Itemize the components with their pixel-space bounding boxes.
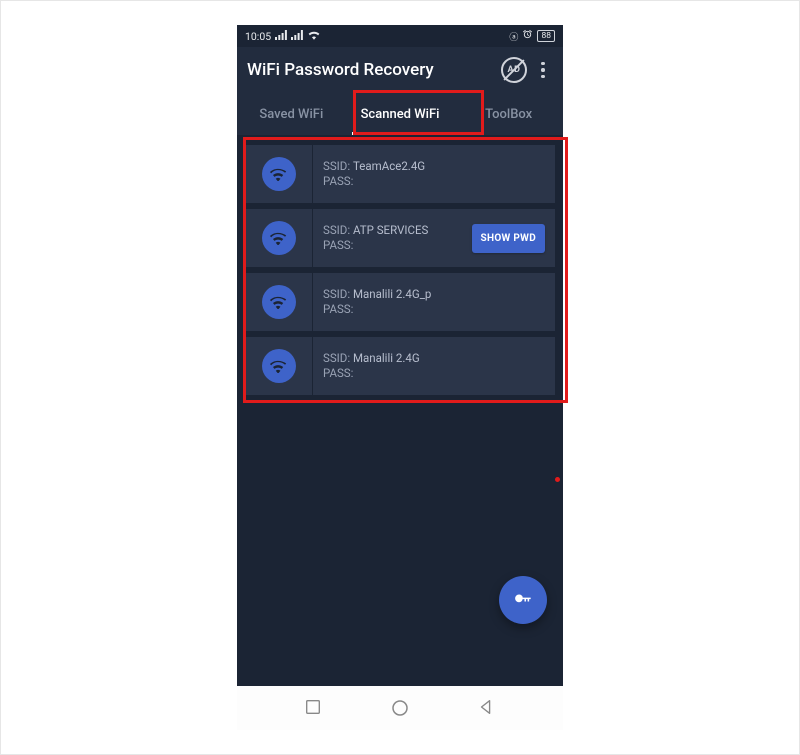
pass-label: PASS: (323, 366, 353, 380)
ssid-label: SSID: (323, 159, 350, 173)
wifi-icon (245, 337, 313, 395)
unlock-fab[interactable] (499, 576, 547, 624)
tab-label: ToolBox (485, 107, 532, 122)
android-nav-bar (237, 686, 563, 730)
network-row[interactable]: SSID: TeamAce2.4G PASS: (245, 145, 555, 203)
ssid-value: Manalili 2.4G (353, 351, 420, 365)
tab-saved-wifi[interactable]: Saved WiFi (237, 93, 346, 135)
lock-icon: ⓐ (509, 30, 518, 43)
network-row[interactable]: SSID: Manalili 2.4G PASS: (245, 337, 555, 395)
ssid-value: ATP SERVICES (353, 223, 428, 237)
network-row[interactable]: SSID: Manalili 2.4G_p PASS: (245, 273, 555, 331)
app-bar: WiFi Password Recovery AD (237, 47, 563, 93)
home-button[interactable] (390, 698, 410, 718)
screenshot-frame: 10:05 ⓐ 88 WiFi Password (0, 0, 800, 755)
phone-screen: 10:05 ⓐ 88 WiFi Password (237, 25, 563, 730)
battery-indicator: 88 (537, 30, 555, 42)
ssid-label: SSID: (323, 223, 350, 237)
app-title: WiFi Password Recovery (247, 60, 501, 80)
wifi-icon (245, 273, 313, 331)
signal-icon (291, 30, 303, 43)
ssid-value: Manalili 2.4G_p (353, 287, 431, 301)
status-bar: 10:05 ⓐ 88 (237, 25, 563, 47)
network-list: SSID: TeamAce2.4G PASS: SSID: ATP SERVIC… (237, 135, 563, 686)
ssid-label: SSID: (323, 351, 350, 365)
signal-icon (275, 30, 287, 43)
alarm-icon (522, 29, 533, 43)
pass-label: PASS: (323, 302, 353, 316)
tab-bar: Saved WiFi Scanned WiFi ToolBox (237, 93, 563, 135)
wifi-status-icon (307, 29, 321, 43)
tab-scanned-wifi[interactable]: Scanned WiFi (346, 93, 455, 135)
pass-label: PASS: (323, 174, 353, 188)
network-row[interactable]: SSID: ATP SERVICES PASS: SHOW PWD (245, 209, 555, 267)
ssid-label: SSID: (323, 287, 350, 301)
annotation-dot (555, 477, 560, 482)
status-time: 10:05 (245, 30, 271, 43)
show-password-button[interactable]: SHOW PWD (472, 224, 545, 253)
tab-toolbox[interactable]: ToolBox (454, 93, 563, 135)
ssid-value: TeamAce2.4G (353, 159, 425, 173)
key-icon (512, 589, 534, 611)
pass-label: PASS: (323, 238, 353, 252)
back-button[interactable] (477, 698, 497, 718)
overflow-menu-button[interactable] (533, 57, 553, 83)
no-ads-icon[interactable]: AD (501, 57, 527, 83)
tab-label: Scanned WiFi (361, 107, 440, 122)
wifi-icon (245, 209, 313, 267)
tab-label: Saved WiFi (259, 107, 323, 122)
recent-apps-button[interactable] (304, 698, 324, 718)
wifi-icon (245, 145, 313, 203)
